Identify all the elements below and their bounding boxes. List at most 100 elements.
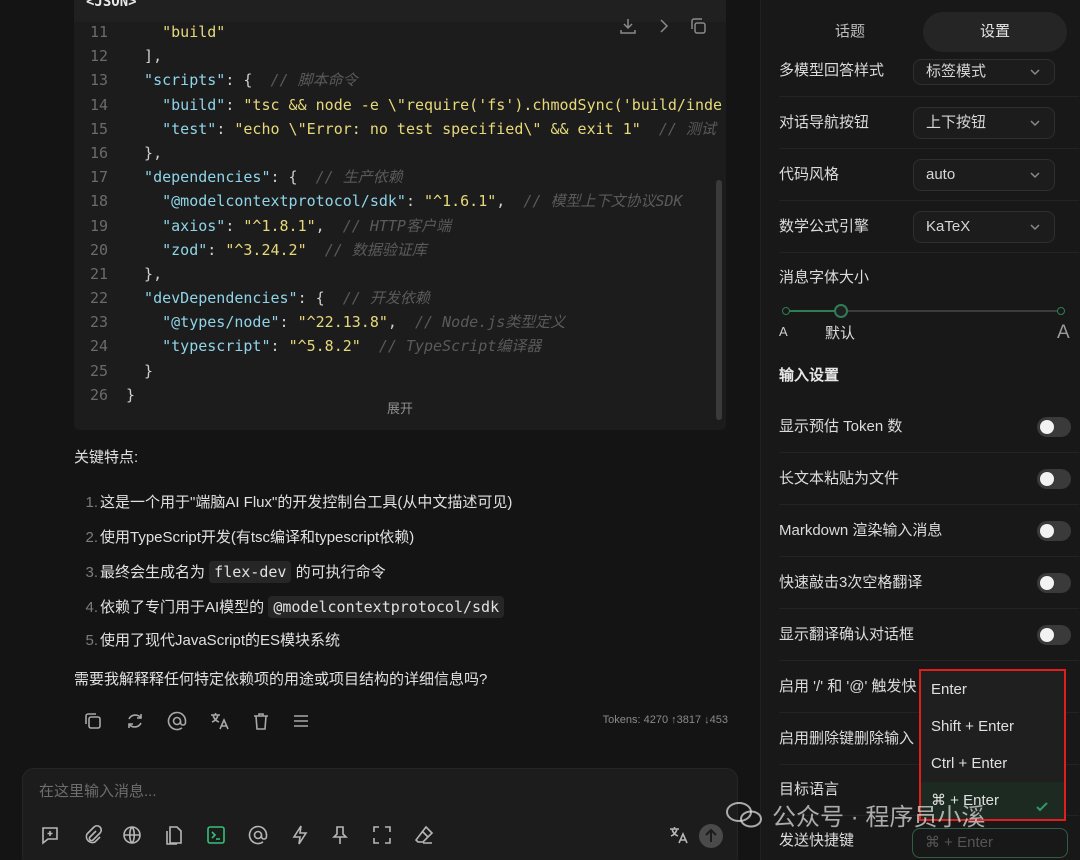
quick-phrase-icon[interactable] bbox=[289, 824, 311, 846]
code-token: : bbox=[225, 216, 244, 235]
code-token: , bbox=[496, 192, 524, 211]
copy-icon[interactable] bbox=[82, 710, 106, 734]
list-number: 4. bbox=[85, 598, 98, 616]
code-token: "tsc && node -e \"require('fs').chmodSyn… bbox=[243, 95, 723, 114]
clear-icon[interactable] bbox=[413, 824, 435, 846]
new-topic-icon[interactable] bbox=[39, 824, 61, 846]
code-line: 16 }, bbox=[74, 141, 726, 165]
chevron-down-icon bbox=[1028, 65, 1042, 79]
code-line: 14 "build": "tsc && node -e \"require('f… bbox=[74, 93, 726, 117]
line-number: 11 bbox=[89, 23, 108, 41]
font-default-label: 默认 bbox=[825, 325, 856, 342]
code-style-select[interactable]: auto bbox=[913, 159, 1055, 191]
line-number: 16 bbox=[89, 143, 108, 162]
setting-label: 显示翻译确认对话框 bbox=[779, 626, 915, 643]
answer-list: 1. 这是一个用于"端脑AI Flux"的开发控制台工具(从中文描述可见) 2. 使用… bbox=[74, 488, 734, 661]
code-token: "@types/node" bbox=[126, 313, 280, 332]
toggle-switch[interactable] bbox=[1037, 521, 1071, 541]
list-text: 使用TypeScript开发(有tsc编译和typescript依赖) bbox=[100, 528, 415, 546]
line-number: 20 bbox=[89, 240, 108, 259]
expand-button[interactable]: 展开 bbox=[74, 398, 726, 417]
list-item: 1. 这是一个用于"端脑AI Flux"的开发控制台工具(从中文描述可见) bbox=[74, 488, 734, 523]
multi-model-style-select[interactable]: 标签模式 bbox=[913, 59, 1055, 85]
terminal-icon[interactable] bbox=[205, 824, 227, 846]
setting-label: 多模型回答样式 bbox=[779, 62, 885, 79]
inline-code: @modelcontextprotocol/sdk bbox=[268, 595, 505, 618]
send-button[interactable] bbox=[699, 824, 723, 848]
line-number: 14 bbox=[89, 95, 108, 114]
code-token: "^1.6.1" bbox=[424, 192, 497, 211]
code-token: "^22.13.8" bbox=[297, 313, 388, 332]
toggle-switch[interactable] bbox=[1037, 625, 1071, 645]
line-number: 15 bbox=[89, 119, 108, 138]
mention-icon[interactable] bbox=[166, 710, 190, 734]
font-size-label: 消息字体大小 bbox=[779, 269, 870, 286]
slider-thumb[interactable] bbox=[833, 304, 848, 318]
setting-multi-model-style: 多模型回答样式 标签模式 bbox=[779, 45, 1079, 97]
code-token: : bbox=[225, 95, 244, 114]
setting-show-token-count: 显示预估 Token 数 bbox=[779, 401, 1079, 453]
slider-fill bbox=[785, 310, 841, 312]
web-search-icon[interactable] bbox=[121, 824, 143, 846]
code-token: "build" bbox=[126, 23, 226, 41]
code-token: // 数据验证库 bbox=[324, 240, 427, 259]
code-scrollbar[interactable] bbox=[716, 180, 722, 420]
code-token: "build" bbox=[126, 95, 226, 114]
code-token: "scripts" bbox=[126, 71, 226, 90]
math-engine-select[interactable]: KaTeX bbox=[913, 211, 1055, 243]
code-token: } bbox=[126, 361, 154, 380]
code-line: 25 } bbox=[74, 359, 726, 383]
code-token: "devDependencies" bbox=[126, 289, 298, 308]
nav-buttons-select[interactable]: 上下按钮 bbox=[913, 107, 1055, 139]
message-actions: Tokens: 4270 ↑3817 ↓453 bbox=[78, 708, 728, 736]
font-size-slider[interactable] bbox=[782, 304, 1065, 318]
translate-input-icon[interactable] bbox=[667, 824, 689, 846]
translate-icon[interactable] bbox=[208, 710, 232, 734]
send-shortcut-select[interactable]: ⌘ + Enter bbox=[912, 828, 1068, 858]
font-large-label: A bbox=[1057, 322, 1070, 343]
chevron-down-icon bbox=[1028, 168, 1042, 182]
list-text: 的可执行命令 bbox=[291, 564, 386, 581]
line-number: 25 bbox=[89, 361, 108, 380]
toggle-switch[interactable] bbox=[1037, 417, 1071, 437]
code-token: : bbox=[279, 313, 298, 332]
chat-main: <JSON> 11 "build" 12 ], 13 "scripts": { //… bbox=[0, 0, 760, 860]
code-line: 23 "@types/node": "^22.13.8", // Node.js… bbox=[74, 310, 726, 334]
select-value: 标签模式 bbox=[926, 63, 987, 80]
setting-label: 启用 '/' 和 '@' 触发快 bbox=[779, 678, 917, 695]
message-input[interactable] bbox=[39, 783, 639, 800]
line-number: 21 bbox=[89, 264, 108, 283]
shortcut-option-enter[interactable]: Enter bbox=[921, 671, 1064, 708]
code-line: 17 "dependencies": { // 生产依赖 bbox=[74, 165, 726, 189]
font-small-label: A bbox=[779, 324, 788, 339]
code-token: // 生产依赖 bbox=[315, 168, 403, 187]
delete-icon[interactable] bbox=[250, 710, 274, 734]
list-text: 依赖了专门用于AI模型的 bbox=[100, 598, 269, 616]
shortcut-option-ctrl-enter[interactable]: Ctrl + Enter bbox=[921, 745, 1064, 782]
shortcut-option-shift-enter[interactable]: Shift + Enter bbox=[921, 708, 1064, 745]
knowledge-icon[interactable] bbox=[163, 824, 185, 846]
code-block: <JSON> 11 "build" 12 ], 13 "scripts": { //… bbox=[74, 0, 726, 430]
line-number: 18 bbox=[89, 192, 108, 211]
toggle-switch[interactable] bbox=[1037, 573, 1071, 593]
answer-title: 关键特点: bbox=[74, 449, 139, 466]
code-token: // TypeScript编译器 bbox=[378, 337, 542, 356]
list-text: 这是一个用于"端脑AI Flux"的开发控制台工具(从中文描述可见) bbox=[100, 494, 513, 511]
code-token: ], bbox=[126, 47, 163, 66]
code-token: "test" bbox=[126, 119, 217, 138]
list-text: 最终会生成名为 bbox=[100, 564, 210, 581]
menu-icon[interactable] bbox=[290, 710, 314, 734]
code-line: 12 ], bbox=[74, 44, 726, 68]
mention-tool-icon[interactable] bbox=[247, 824, 269, 846]
attachment-icon[interactable] bbox=[81, 824, 103, 846]
regenerate-icon[interactable] bbox=[124, 710, 148, 734]
line-number: 24 bbox=[89, 337, 108, 356]
inline-code: flex-dev bbox=[209, 561, 292, 583]
toggle-switch[interactable] bbox=[1037, 469, 1071, 489]
fullscreen-icon[interactable] bbox=[371, 824, 393, 846]
setting-label: 启用删除键删除输入 bbox=[779, 730, 915, 747]
list-number: 2. bbox=[85, 528, 98, 546]
pin-icon[interactable] bbox=[329, 824, 351, 846]
line-number: 23 bbox=[89, 313, 108, 332]
code-line: 15 "test": "echo \"Error: no test specif… bbox=[74, 117, 726, 141]
